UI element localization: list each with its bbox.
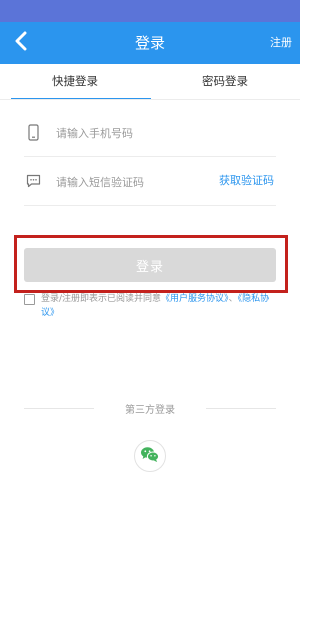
phone-icon [24, 108, 42, 156]
login-tabs: 快捷登录 密码登录 [0, 64, 300, 100]
agreement-text: 登录/注册即表示已阅读并同意《用户服务协议》、《隐私协议》 [24, 292, 280, 320]
title-bar: 登录 注册 [0, 22, 300, 64]
phone-input[interactable] [54, 118, 208, 148]
agreement-prefix: 登录/注册即表示已阅读并同意 [41, 294, 162, 304]
get-code-button[interactable]: 获取验证码 [219, 157, 274, 205]
tabs-divider [0, 99, 300, 100]
tab-quick-login[interactable]: 快捷登录 [0, 64, 150, 100]
divider-line-right [206, 408, 276, 409]
page-title: 登录 [134, 34, 165, 52]
agreement: 登录/注册即表示已阅读并同意《用户服务协议》、《隐私协议》 [24, 292, 280, 320]
wechat-icon [140, 446, 160, 467]
sms-code-field: 获取验证码 [24, 157, 276, 206]
service-agreement-link[interactable]: 《用户服务协议》 [161, 294, 229, 304]
message-icon [24, 157, 42, 205]
register-link[interactable]: 注册 [270, 22, 292, 64]
sms-code-input[interactable] [54, 167, 208, 197]
wechat-login-button[interactable] [134, 440, 166, 472]
status-bar [0, 0, 300, 22]
agreement-separator: 、 [228, 294, 238, 304]
third-party-login-divider: 第三方登录 [24, 401, 276, 416]
login-button[interactable]: 登录 [24, 248, 276, 282]
tab-password-login[interactable]: 密码登录 [150, 64, 300, 100]
agreement-checkbox[interactable] [24, 294, 35, 305]
phone-field [24, 108, 276, 157]
